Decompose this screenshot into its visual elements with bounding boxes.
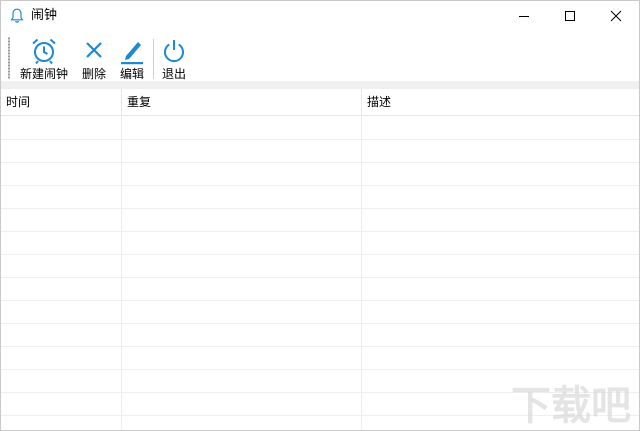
pencil-icon (121, 42, 143, 65)
toolbar: 新建闹钟 删除 编辑 退出 (1, 31, 639, 83)
column-header-description[interactable]: 描述 (361, 89, 639, 115)
new-alarm-label: 新建闹钟 (19, 67, 68, 81)
toolbar-grip[interactable] (8, 37, 10, 79)
column-header-repeat[interactable]: 重复 (121, 89, 361, 115)
delete-button[interactable]: 删除 (79, 37, 109, 83)
power-icon (164, 40, 184, 63)
row-separator (1, 323, 639, 324)
row-separator (1, 254, 639, 255)
close-icon (610, 10, 622, 22)
edit-label: 编辑 (119, 67, 144, 81)
row-separator (1, 208, 639, 209)
close-button[interactable] (593, 1, 639, 31)
exit-label: 退出 (161, 67, 186, 81)
title-bar[interactable]: 闹钟 (1, 1, 639, 31)
new-alarm-button[interactable]: 新建闹钟 (17, 37, 71, 83)
row-separator (1, 139, 639, 140)
row-separator (1, 277, 639, 278)
download-site-watermark: 下载吧 (511, 383, 631, 429)
row-separator (1, 231, 639, 232)
row-separator (1, 346, 639, 347)
exit-button[interactable]: 退出 (159, 37, 189, 83)
minimize-button[interactable] (501, 1, 547, 31)
row-separator (1, 369, 639, 370)
maximize-icon (565, 11, 575, 21)
toolbar-bottom-strip (1, 81, 639, 89)
row-separator (1, 162, 639, 163)
toolbar-separator (153, 39, 154, 79)
edit-button[interactable]: 编辑 (117, 37, 147, 83)
row-separator (1, 185, 639, 186)
bell-icon (10, 8, 24, 23)
minimize-icon (519, 16, 529, 17)
alarm-window: 闹钟 新建闹钟 删除 编辑 退出 时间 重复 描述 下载吧 (0, 0, 640, 431)
alarm-clock-icon (32, 38, 56, 65)
maximize-button[interactable] (547, 1, 593, 31)
x-icon (86, 42, 102, 58)
row-separator (1, 300, 639, 301)
column-header-time[interactable]: 时间 (1, 89, 121, 115)
window-title: 闹钟 (31, 8, 58, 23)
svg-text:下载吧: 下载吧 (511, 383, 631, 429)
table-header: 时间 重复 描述 (1, 89, 639, 116)
delete-label: 删除 (81, 67, 106, 81)
